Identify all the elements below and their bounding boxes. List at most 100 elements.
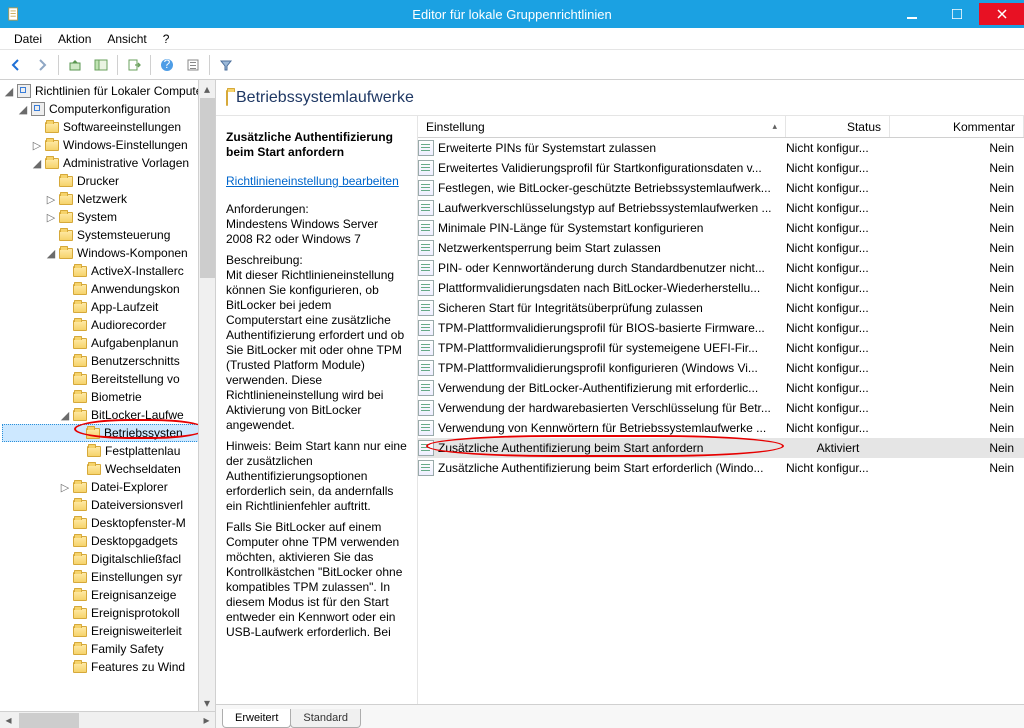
- tree-ereignisanz[interactable]: Ereignisanzeige: [91, 588, 176, 602]
- policy-row[interactable]: Verwendung von Kennwörtern für Betriebss…: [418, 418, 1024, 438]
- tree-desktopgadgets[interactable]: Desktopgadgets: [91, 534, 178, 548]
- menu-aktion[interactable]: Aktion: [50, 30, 99, 48]
- minimize-button[interactable]: [889, 3, 934, 25]
- requirements-text: Mindestens Windows Server 2008 R2 oder W…: [226, 217, 378, 246]
- tab-erweitert[interactable]: Erweitert: [222, 709, 291, 728]
- menu-ansicht[interactable]: Ansicht: [99, 30, 154, 48]
- tree-software[interactable]: Softwareeinstellungen: [63, 120, 181, 134]
- tree-drucker[interactable]: Drucker: [77, 174, 119, 188]
- policy-row[interactable]: TPM-Plattformvalidierungsprofil für syst…: [418, 338, 1024, 358]
- tree-betriebssystem[interactable]: Betriebssysten: [104, 426, 183, 440]
- folder-icon: [59, 194, 73, 205]
- policy-row[interactable]: TPM-Plattformvalidierungsprofil konfigur…: [418, 358, 1024, 378]
- show-hide-tree-button[interactable]: [89, 53, 113, 77]
- column-einstellung[interactable]: Einstellung▴: [418, 116, 786, 137]
- toolbar-separator: [150, 55, 151, 75]
- policy-icon: [418, 280, 434, 296]
- up-button[interactable]: [63, 53, 87, 77]
- description-panel: Zusätzliche Authentifizierung beim Start…: [216, 116, 418, 704]
- policy-name: Verwendung von Kennwörtern für Betriebss…: [438, 421, 766, 435]
- scroll-down-icon[interactable]: ▾: [199, 694, 215, 711]
- tree-audiorec[interactable]: Audiorecorder: [91, 318, 166, 332]
- tree-activex[interactable]: ActiveX-Installerc: [91, 264, 184, 278]
- scroll-thumb[interactable]: [19, 713, 79, 728]
- policy-row[interactable]: Erweitertes Validierungsprofil für Start…: [418, 158, 1024, 178]
- tree-biometrie[interactable]: Biometrie: [91, 390, 142, 404]
- tree-dateivers[interactable]: Dateiversionsverl: [91, 498, 183, 512]
- tree-bitlocker[interactable]: BitLocker-Laufwe: [91, 408, 184, 422]
- tree-desktopfm[interactable]: Desktopfenster-M: [91, 516, 186, 530]
- folder-icon: [59, 248, 73, 259]
- maximize-button[interactable]: [934, 3, 979, 25]
- policy-comment: Nein: [890, 421, 1024, 435]
- policy-row[interactable]: Laufwerkverschlüsselungstyp auf Betriebs…: [418, 198, 1024, 218]
- policy-row[interactable]: PIN- oder Kennwortänderung durch Standar…: [418, 258, 1024, 278]
- tree-computerkonfig[interactable]: Computerkonfiguration: [49, 102, 170, 116]
- forward-button[interactable]: [30, 53, 54, 77]
- policy-row[interactable]: Netzwerkentsperrung beim Start zulassenN…: [418, 238, 1024, 258]
- properties-button[interactable]: [181, 53, 205, 77]
- policy-icon: [418, 160, 434, 176]
- tree-features[interactable]: Features zu Wind: [91, 660, 185, 674]
- tree-system[interactable]: System: [77, 210, 117, 224]
- policy-row[interactable]: Plattformvalidierungsdaten nach BitLocke…: [418, 278, 1024, 298]
- tree-benutzerschn[interactable]: Benutzerschnitts: [91, 354, 180, 368]
- policy-name: Zusätzliche Authentifizierung beim Start…: [438, 441, 703, 455]
- tree-applaufzeit[interactable]: App-Laufzeit: [91, 300, 158, 314]
- tree-ereignisweit[interactable]: Ereignisweiterleit: [91, 624, 182, 638]
- folder-icon: [73, 374, 87, 385]
- menu-datei[interactable]: Datei: [6, 30, 50, 48]
- column-status[interactable]: Status: [786, 116, 890, 137]
- tree-systemsteuerung[interactable]: Systemsteuerung: [77, 228, 170, 242]
- scroll-thumb[interactable]: [200, 98, 215, 278]
- filter-button[interactable]: [214, 53, 238, 77]
- tab-standard[interactable]: Standard: [290, 709, 361, 728]
- tree-netzwerk[interactable]: Netzwerk: [77, 192, 127, 206]
- content-title: Betriebssystemlaufwerke: [236, 89, 414, 107]
- requirements-label: Anforderungen:: [226, 202, 309, 216]
- policy-row[interactable]: Erweiterte PINs für Systemstart zulassen…: [418, 138, 1024, 158]
- tree-horizontal-scrollbar[interactable]: ◂ ▸: [0, 711, 215, 728]
- policy-row[interactable]: Minimale PIN-Länge für Systemstart konfi…: [418, 218, 1024, 238]
- tree-festplatten[interactable]: Festplattenlau: [105, 444, 180, 458]
- folder-icon: [73, 572, 87, 583]
- tree-adminvorl[interactable]: Administrative Vorlagen: [63, 156, 189, 170]
- scroll-left-icon[interactable]: ◂: [0, 712, 17, 728]
- tree-root[interactable]: Richtlinien für Lokaler Compute: [35, 84, 202, 98]
- column-kommentar[interactable]: Kommentar: [890, 116, 1024, 137]
- tree-vertical-scrollbar[interactable]: ▴ ▾: [198, 80, 215, 711]
- tree-dateiexp[interactable]: Datei-Explorer: [91, 480, 168, 494]
- policy-comment: Nein: [890, 301, 1024, 315]
- tree-bereitstellung[interactable]: Bereitstellung vo: [91, 372, 180, 386]
- back-button[interactable]: [4, 53, 28, 77]
- tree-einstellungen[interactable]: Einstellungen syr: [91, 570, 182, 584]
- tree-wechseldat[interactable]: Wechseldaten: [105, 462, 181, 476]
- folder-icon: [73, 518, 87, 529]
- scroll-right-icon[interactable]: ▸: [198, 712, 215, 728]
- tree-ereignisproto[interactable]: Ereignisprotokoll: [91, 606, 180, 620]
- policy-row[interactable]: Sicheren Start für Integritätsüberprüfun…: [418, 298, 1024, 318]
- policy-row[interactable]: Zusätzliche Authentifizierung beim Start…: [418, 458, 1024, 478]
- edit-policy-link[interactable]: Richtlinieneinstellung bearbeiten: [226, 174, 399, 188]
- policy-status: Nicht konfigur...: [786, 461, 890, 475]
- help-button[interactable]: ?: [155, 53, 179, 77]
- policy-row[interactable]: Festlegen, wie BitLocker-geschützte Betr…: [418, 178, 1024, 198]
- tree-aufgaben[interactable]: Aufgabenplanun: [91, 336, 178, 350]
- policy-row[interactable]: Verwendung der hardwarebasierten Verschl…: [418, 398, 1024, 418]
- policy-row[interactable]: TPM-Plattformvalidierungsprofil für BIOS…: [418, 318, 1024, 338]
- folder-icon: [73, 536, 87, 547]
- close-button[interactable]: [979, 3, 1024, 25]
- policy-name: Plattformvalidierungsdaten nach BitLocke…: [438, 281, 760, 295]
- tree-anwendungskon[interactable]: Anwendungskon: [91, 282, 180, 296]
- export-button[interactable]: [122, 53, 146, 77]
- menu-help[interactable]: ?: [155, 30, 178, 48]
- policy-status: Nicht konfigur...: [786, 221, 890, 235]
- policy-row[interactable]: Verwendung der BitLocker-Authentifizieru…: [418, 378, 1024, 398]
- scroll-up-icon[interactable]: ▴: [199, 80, 215, 97]
- tree-windows[interactable]: Windows-Einstellungen: [63, 138, 188, 152]
- policy-tree[interactable]: ◢Richtlinien für Lokaler Compute ◢Comput…: [0, 80, 215, 678]
- tree-winkomp[interactable]: Windows-Komponen: [77, 246, 188, 260]
- policy-row[interactable]: Zusätzliche Authentifizierung beim Start…: [418, 438, 1024, 458]
- tree-familysafety[interactable]: Family Safety: [91, 642, 164, 656]
- tree-digitalschl[interactable]: Digitalschließfacl: [91, 552, 181, 566]
